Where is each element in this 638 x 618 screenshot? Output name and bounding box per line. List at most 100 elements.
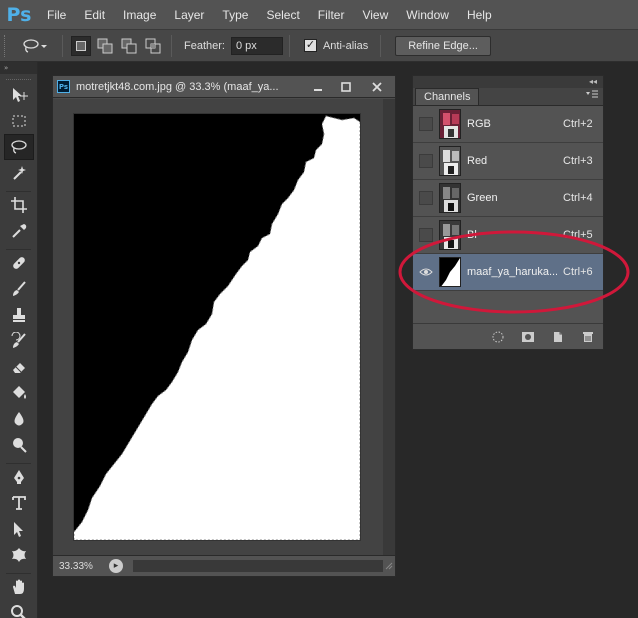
channel-name: RGB [467,118,491,130]
new-selection-button[interactable] [71,35,91,56]
checkmark-icon: ✓ [305,39,316,51]
type-tool[interactable] [4,490,34,516]
crop-tool[interactable] [4,192,34,218]
vertical-scrollbar[interactable] [383,99,395,555]
move-tool[interactable] [4,82,34,108]
clone-stamp-tool[interactable] [4,302,34,328]
add-selection-icon [97,38,113,53]
photoshop-logo: Ps [6,3,32,26]
visibility-toggle[interactable] [419,191,433,205]
close-button[interactable] [360,79,394,95]
menu-select[interactable]: Select [257,8,308,22]
paint-bucket-tool[interactable] [4,380,34,406]
channel-shortcut: Ctrl+2 [563,118,593,130]
panel-collapse-icon[interactable]: ◂◂ [413,76,603,88]
menu-edit[interactable]: Edit [75,8,114,22]
new-channel-button[interactable] [551,330,565,344]
menu-file[interactable]: File [38,8,75,22]
dodge-tool[interactable] [4,432,34,458]
load-selection-button[interactable] [491,330,505,344]
channel-thumbnail [439,220,461,250]
brush-tool[interactable] [4,276,34,302]
menu-layer[interactable]: Layer [165,8,213,22]
channel-thumbnail [439,183,461,213]
minimize-icon [314,88,322,91]
dodge-icon [13,438,27,453]
antialias-label: Anti-alias [322,39,369,52]
drop-icon [14,412,24,426]
history-brush-tool[interactable] [4,328,34,354]
pen-tool[interactable] [4,464,34,490]
channel-row-rgb[interactable]: RGB Ctrl+2 [413,106,603,143]
status-menu-button[interactable]: ▸ [109,559,123,573]
channel-row-green[interactable]: Green Ctrl+4 [413,180,603,217]
healing-brush-tool[interactable] [4,250,34,276]
minimize-button[interactable] [304,79,332,95]
magic-wand-tool[interactable] [4,160,34,186]
document-title-bar[interactable]: Ps motretjkt48.com.jpg @ 33.3% (maaf_ya.… [53,76,395,98]
channel-mask-canvas[interactable] [74,114,360,540]
menu-help[interactable]: Help [458,8,501,22]
visibility-toggle[interactable] [419,228,433,242]
horizontal-scrollbar[interactable] [133,560,383,572]
visibility-toggle[interactable] [419,117,433,131]
path-selection-tool[interactable] [4,516,34,542]
menu-filter[interactable]: Filter [309,8,354,22]
visibility-toggle[interactable] [419,265,433,279]
channel-name: Bl [467,229,477,241]
channels-panel: ◂◂ Channels RGB Ctrl+2 Red Ctrl+3 Green … [412,75,604,350]
history-brush-icon [11,332,26,348]
new-selection-icon [76,40,86,51]
channel-row-alpha[interactable]: maaf_ya_haruka... Ctrl+6 [413,254,603,291]
lasso-icon [11,140,27,154]
panel-tab-bar: Channels [413,88,603,106]
lasso-tool[interactable] [4,134,34,160]
menu-image[interactable]: Image [114,8,165,22]
tool-preset-picker[interactable] [12,35,56,57]
menu-type[interactable]: Type [213,8,257,22]
eyedropper-tool[interactable] [4,218,34,244]
add-to-selection-button[interactable] [95,36,115,56]
eye-icon [419,268,433,276]
document-status-bar: 33.33% ▸ [53,555,395,576]
subtract-from-selection-button[interactable] [119,36,139,56]
channel-shortcut: Ctrl+6 [563,266,593,278]
delete-channel-button[interactable] [581,330,595,344]
channel-thumbnail [439,257,461,287]
antialias-checkbox[interactable]: ✓ [303,39,317,52]
menu-view[interactable]: View [353,8,397,22]
channel-name: maaf_ya_haruka... [467,266,557,278]
panel-menu-icon[interactable] [585,90,599,103]
close-icon [372,81,382,92]
zoom-tool[interactable] [4,600,34,618]
hand-tool[interactable] [4,574,34,600]
tab-channels[interactable]: Channels [415,88,480,105]
options-grip[interactable] [4,34,12,57]
shape-tool[interactable] [4,542,34,568]
subtract-selection-icon [121,38,137,53]
channel-thumbnail [439,146,461,176]
channel-row-red[interactable]: Red Ctrl+3 [413,143,603,180]
type-icon [12,496,26,510]
save-selection-button[interactable] [521,330,535,344]
maximize-button[interactable] [332,79,360,95]
zoom-level[interactable]: 33.33% [59,561,103,572]
rectangular-marquee-icon [12,115,26,127]
visibility-toggle[interactable] [419,154,433,168]
document-title: motretjkt48.com.jpg @ 33.3% (maaf_ya... [76,80,279,93]
tools-collapse-icon[interactable]: » [0,62,37,74]
hand-icon [13,579,24,594]
channel-name: Green [467,192,498,204]
menu-window[interactable]: Window [397,8,458,22]
resize-grip-icon[interactable] [383,560,395,572]
eraser-tool[interactable] [4,354,34,380]
eyedropper-icon [12,224,27,238]
options-bar: Feather: ✓ Anti-alias Refine Edge... [0,29,638,62]
blur-tool[interactable] [4,406,34,432]
marquee-tool[interactable] [4,108,34,134]
canvas-area[interactable] [53,99,383,555]
refine-edge-button[interactable]: Refine Edge... [395,35,491,56]
channel-row-blue[interactable]: Bl Ctrl+5 [413,217,603,254]
feather-input[interactable] [230,36,283,55]
intersect-selection-button[interactable] [143,36,163,56]
